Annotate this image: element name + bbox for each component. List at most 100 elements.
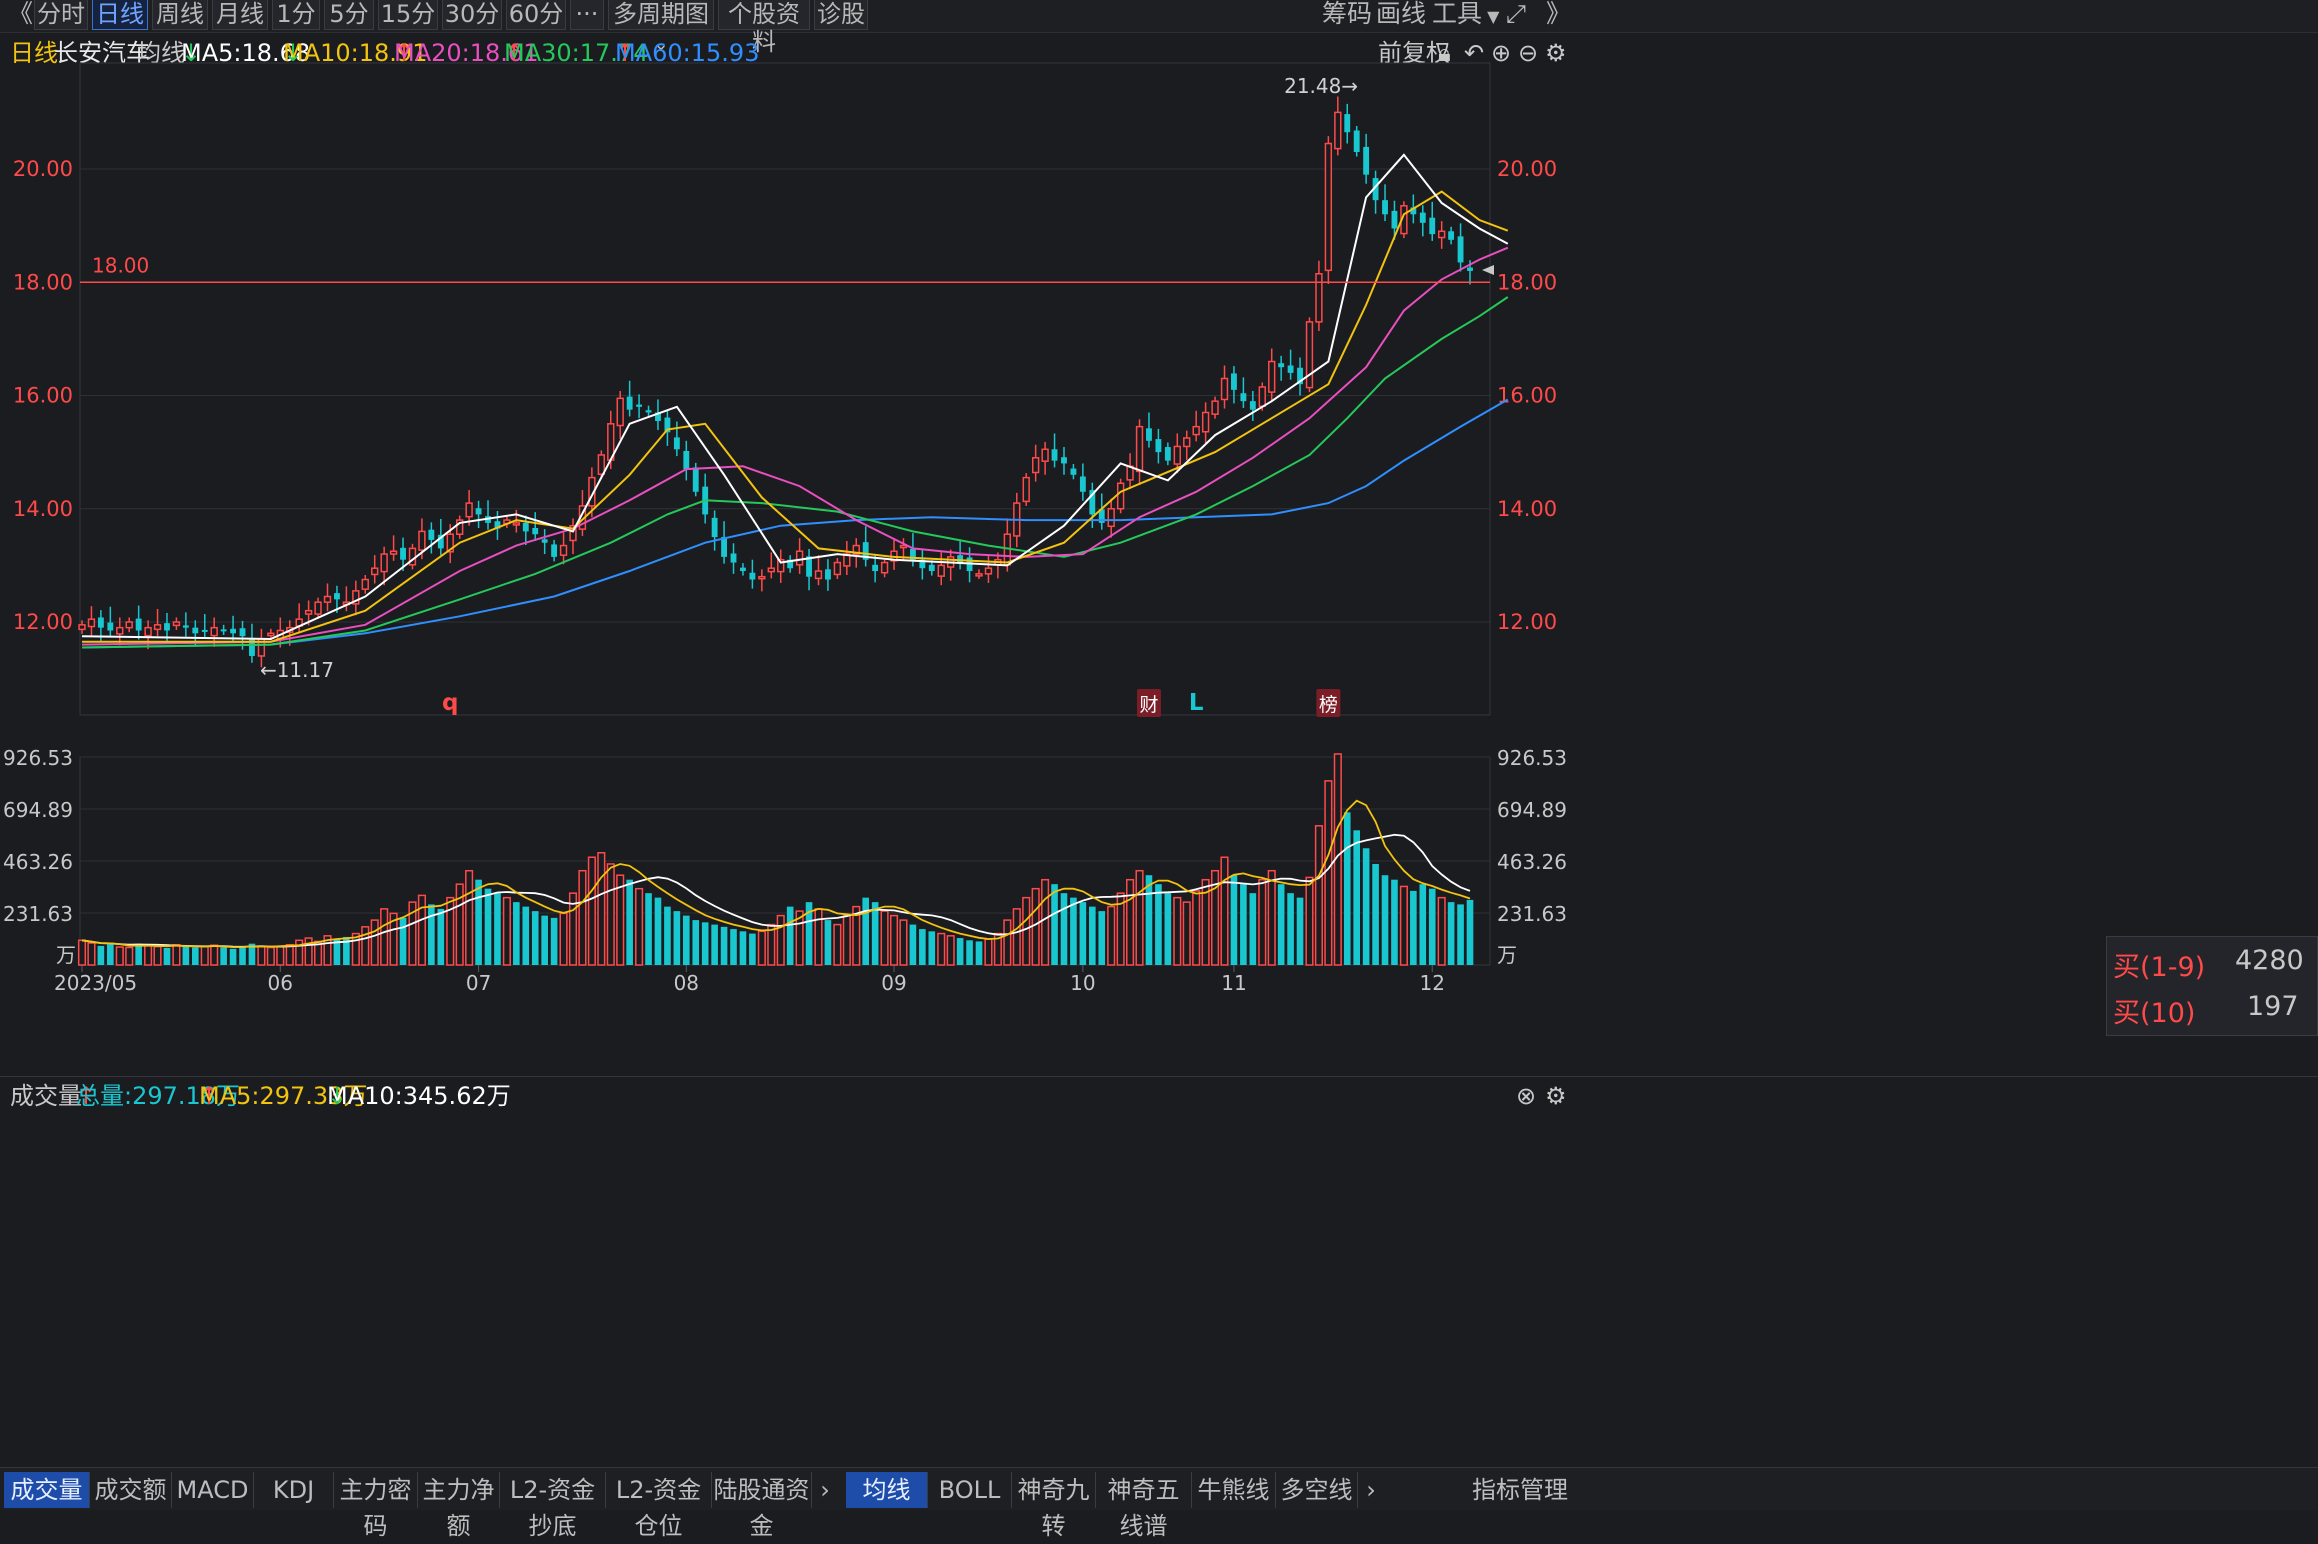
volume-label[interactable]: 成交量 bbox=[10, 1077, 82, 1115]
chevron-right-icon[interactable]: › bbox=[812, 1472, 838, 1508]
candle-body bbox=[645, 410, 652, 413]
volume-bar bbox=[673, 911, 681, 965]
volume-bar bbox=[1070, 897, 1077, 965]
candlesticks bbox=[78, 96, 1473, 668]
tab-turnover[interactable]: 成交额 bbox=[90, 1472, 172, 1508]
volume-bar bbox=[730, 929, 737, 965]
candle-body bbox=[1041, 448, 1049, 462]
candle-body bbox=[334, 593, 340, 600]
tab-northbound[interactable]: 陆股通资金 bbox=[712, 1472, 812, 1540]
volume-bar bbox=[1258, 878, 1267, 966]
close-icon[interactable]: ⊗ bbox=[1516, 1077, 1536, 1115]
volume-bar bbox=[559, 912, 568, 966]
month-label: 08 bbox=[674, 971, 699, 995]
candle-body bbox=[616, 397, 624, 427]
tab-l2-position[interactable]: L2-资金仓位 bbox=[606, 1472, 712, 1540]
candle-body bbox=[1268, 360, 1276, 393]
volume-bar bbox=[550, 917, 558, 965]
candle-body bbox=[1183, 437, 1191, 448]
candle-body bbox=[475, 508, 482, 515]
tab-macd[interactable]: MACD bbox=[172, 1472, 254, 1508]
volume-bar bbox=[257, 945, 266, 966]
volume-bar bbox=[1277, 884, 1285, 965]
buy-1-9-value: 4280 bbox=[2235, 945, 2304, 976]
volume-bar bbox=[182, 945, 190, 965]
volume-bar bbox=[909, 924, 917, 965]
volume-bar bbox=[1457, 904, 1464, 965]
candle-body bbox=[230, 628, 237, 634]
tab-volume[interactable]: 成交量 bbox=[4, 1472, 90, 1508]
volume-bar bbox=[692, 920, 700, 965]
volume-unit-right: 万 bbox=[1497, 943, 1517, 967]
candle-body bbox=[1051, 449, 1058, 461]
volume-bar bbox=[1410, 890, 1417, 965]
candle-body bbox=[210, 626, 218, 637]
price-tick-label-right: 20.00 bbox=[1497, 157, 1557, 181]
candle-body bbox=[1201, 411, 1210, 433]
volume-tick-label-left: 694.89 bbox=[3, 798, 73, 822]
chevron-right-icon[interactable]: › bbox=[1358, 1472, 1384, 1508]
price-tick-label-right: 14.00 bbox=[1497, 497, 1557, 521]
volume-bar bbox=[437, 908, 445, 965]
buy-10-value: 197 bbox=[2247, 991, 2299, 1022]
volume-bar bbox=[1466, 899, 1474, 965]
candle-body bbox=[1419, 212, 1426, 223]
candle-body bbox=[135, 618, 142, 631]
candle-body bbox=[144, 626, 152, 637]
volume-bar bbox=[1145, 875, 1153, 965]
candle-body bbox=[1448, 231, 1455, 240]
volume-bar bbox=[635, 887, 644, 966]
volume-bar bbox=[1353, 830, 1360, 965]
volume-bar bbox=[626, 879, 633, 965]
horizontal-line-label: 18.00 bbox=[92, 253, 149, 277]
order-book-panel: 买(1-9) 4280 买(10) 197 bbox=[2106, 936, 2318, 1036]
tab-bull-bear[interactable]: 牛熊线 bbox=[1192, 1472, 1276, 1508]
candle-body bbox=[1192, 425, 1200, 436]
price-tick-label-left: 20.00 bbox=[13, 157, 73, 181]
kline-chart[interactable]: 12.00 12.00 14.00 14.00 16.00 16.00 18.00 18.00… bbox=[0, 0, 2318, 1509]
volume-bar bbox=[578, 869, 587, 966]
high-price-label: 21.48→ bbox=[1284, 74, 1358, 98]
tab-magic-nine[interactable]: 神奇九转 bbox=[1012, 1472, 1096, 1540]
volume-bar bbox=[1343, 812, 1351, 965]
candle-body bbox=[304, 609, 313, 615]
tab-magic-five[interactable]: 神奇五线谱 bbox=[1096, 1472, 1192, 1540]
candle-body bbox=[125, 621, 133, 629]
tab-boll[interactable]: BOLL bbox=[928, 1472, 1012, 1508]
tab-long-short[interactable]: 多空线 bbox=[1276, 1472, 1358, 1508]
tab-main-net[interactable]: 主力净额 bbox=[418, 1472, 500, 1540]
volume-bar bbox=[200, 945, 209, 966]
price-tick-label-left: 18.00 bbox=[13, 270, 73, 294]
volume-bar bbox=[1324, 780, 1333, 966]
candle-body bbox=[937, 564, 945, 577]
candle-body bbox=[465, 502, 473, 518]
candle-body bbox=[1211, 400, 1219, 415]
volume-bar bbox=[1305, 876, 1314, 966]
volume-bar bbox=[1381, 875, 1389, 965]
volume-bar bbox=[220, 947, 227, 965]
candle-body bbox=[1334, 111, 1342, 150]
price-tick-label-left: 16.00 bbox=[13, 384, 73, 408]
candle-body bbox=[1061, 457, 1067, 464]
tab-main-code[interactable]: 主力密码 bbox=[334, 1472, 418, 1540]
volume-bar bbox=[1287, 893, 1294, 965]
candle-body bbox=[1258, 386, 1266, 408]
volume-bar bbox=[880, 910, 889, 966]
volume-bar bbox=[946, 935, 955, 966]
tab-ma[interactable]: 均线 bbox=[846, 1472, 928, 1508]
indicator-manager-button[interactable]: 指标管理 bbox=[1470, 1472, 1570, 1508]
candle-body bbox=[1287, 365, 1294, 373]
candle-body bbox=[1107, 508, 1115, 528]
candle-body bbox=[97, 617, 104, 628]
volume-bar bbox=[153, 945, 162, 966]
tab-kdj[interactable]: KDJ bbox=[254, 1472, 334, 1508]
price-tick-label-right: 12.00 bbox=[1497, 610, 1557, 634]
volume-bar bbox=[276, 945, 285, 966]
candle-body bbox=[192, 627, 199, 634]
settings-gear-icon[interactable]: ⚙ bbox=[1545, 1077, 1567, 1115]
tab-l2-bottom[interactable]: L2-资金抄底 bbox=[500, 1472, 606, 1540]
candle-body bbox=[532, 528, 539, 535]
candle-body bbox=[314, 601, 322, 615]
volume-bar bbox=[541, 915, 548, 965]
candle-body bbox=[1135, 425, 1144, 473]
